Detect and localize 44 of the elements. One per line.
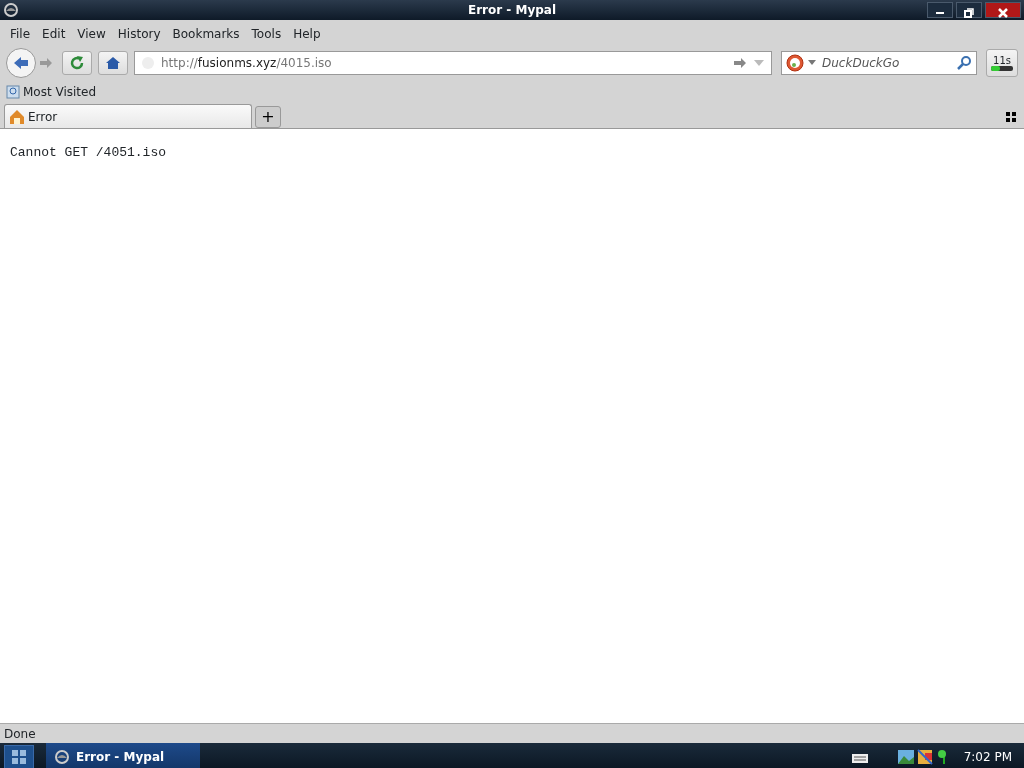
reload-button[interactable]	[62, 51, 92, 75]
landscape-icon[interactable]	[897, 749, 914, 765]
error-message: Cannot GET /4051.iso	[10, 144, 168, 162]
timer-button[interactable]: 11s	[986, 49, 1018, 77]
app-logo-icon	[3, 2, 19, 18]
restore-button[interactable]	[956, 2, 982, 18]
app-logo-icon	[54, 749, 70, 765]
minimize-icon	[936, 12, 944, 14]
menu-item[interactable]: Tools	[245, 23, 288, 45]
house-icon	[9, 108, 25, 125]
window-title: Error - Mypal	[467, 2, 557, 19]
clock: 7:02 PM	[963, 749, 1012, 766]
new-tab-button[interactable]: +	[255, 106, 281, 128]
address-bar[interactable]: http://fusionms.xyz/4015.iso	[134, 51, 772, 75]
timer-label: 11s	[993, 55, 1011, 66]
start-button[interactable]	[4, 745, 34, 768]
windows-grid-icon	[12, 750, 26, 764]
menu-item[interactable]: Edit	[36, 23, 72, 45]
menu-item[interactable]: Bookmarks	[166, 23, 246, 45]
reload-icon	[69, 55, 85, 71]
close-icon	[998, 8, 1008, 18]
keyboard-icon[interactable]	[851, 751, 868, 763]
menu-item[interactable]: History	[111, 23, 167, 45]
home-button[interactable]	[98, 51, 128, 75]
restore-icon	[964, 8, 974, 18]
close-button[interactable]	[985, 2, 1021, 18]
url-text: http://fusionms.xyz/4015.iso	[161, 55, 333, 72]
menu-item[interactable]: File	[4, 23, 37, 45]
status-text: Done	[4, 725, 36, 743]
menu-item[interactable]: View	[71, 23, 112, 45]
home-icon	[105, 55, 121, 71]
caret-icon[interactable]	[808, 60, 816, 66]
menu-item[interactable]: Help	[287, 23, 327, 45]
search-page-icon	[6, 85, 20, 99]
minimize-button[interactable]	[927, 2, 953, 18]
bookmark-item[interactable]: Most Visited	[6, 83, 97, 101]
browser-tab[interactable]: Error	[4, 104, 252, 128]
back-arrow-icon	[12, 55, 30, 71]
search-bar[interactable]: DuckDuckGo	[781, 51, 977, 75]
search-icon[interactable]	[956, 55, 972, 71]
go-arrow-icon[interactable]	[733, 57, 747, 69]
back-button[interactable]	[6, 48, 36, 78]
taskbar-button[interactable]: Error - Mypal	[46, 743, 200, 768]
tab-grid-icon[interactable]	[1006, 112, 1016, 122]
